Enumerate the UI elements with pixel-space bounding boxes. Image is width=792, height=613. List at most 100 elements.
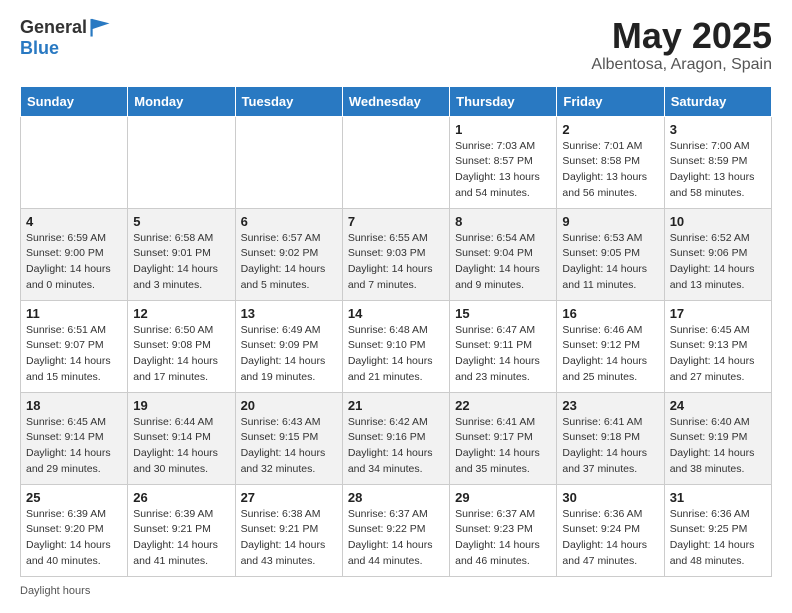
- day-info: Sunrise: 6:47 AMSunset: 9:11 PMDaylight:…: [455, 323, 551, 386]
- day-number: 30: [562, 490, 658, 505]
- day-info: Sunrise: 6:48 AMSunset: 9:10 PMDaylight:…: [348, 323, 444, 386]
- table-cell: 22 Sunrise: 6:41 AMSunset: 9:17 PMDayligh…: [450, 392, 557, 484]
- day-number: 21: [348, 398, 444, 413]
- day-number: 26: [133, 490, 229, 505]
- table-cell: [128, 116, 235, 208]
- table-cell: 3 Sunrise: 7:00 AMSunset: 8:59 PMDaylight…: [664, 116, 771, 208]
- day-info: Sunrise: 6:49 AMSunset: 9:09 PMDaylight:…: [241, 323, 337, 386]
- day-number: 7: [348, 214, 444, 229]
- calendar-week-5: 25 Sunrise: 6:39 AMSunset: 9:20 PMDayligh…: [21, 484, 772, 576]
- day-number: 22: [455, 398, 551, 413]
- table-cell: 20 Sunrise: 6:43 AMSunset: 9:15 PMDayligh…: [235, 392, 342, 484]
- logo-flag-icon: [89, 16, 111, 38]
- day-info: Sunrise: 6:44 AMSunset: 9:14 PMDaylight:…: [133, 415, 229, 478]
- day-info: Sunrise: 6:58 AMSunset: 9:01 PMDaylight:…: [133, 231, 229, 294]
- day-info: Sunrise: 7:03 AMSunset: 8:57 PMDaylight:…: [455, 139, 551, 202]
- table-cell: 17Sunrise: 6:45 AMSunset: 9:13 PMDayligh…: [664, 300, 771, 392]
- table-cell: 2 Sunrise: 7:01 AMSunset: 8:58 PMDaylight…: [557, 116, 664, 208]
- day-info: Sunrise: 6:45 AMSunset: 9:13 PMDaylight:…: [670, 323, 766, 386]
- day-number: 9: [562, 214, 658, 229]
- table-cell: [342, 116, 449, 208]
- day-number: 18: [26, 398, 122, 413]
- calendar-week-3: 11 Sunrise: 6:51 AMSunset: 9:07 PMDayligh…: [21, 300, 772, 392]
- col-wednesday: Wednesday: [342, 86, 449, 116]
- table-cell: 23Sunrise: 6:41 AMSunset: 9:18 PMDayligh…: [557, 392, 664, 484]
- table-cell: 19 Sunrise: 6:44 AMSunset: 9:14 PMDayligh…: [128, 392, 235, 484]
- day-info: Sunrise: 6:39 AMSunset: 9:21 PMDaylight:…: [133, 507, 229, 570]
- day-number: 3: [670, 122, 766, 137]
- calendar-week-1: 1Sunrise: 7:03 AMSunset: 8:57 PMDaylight…: [21, 116, 772, 208]
- day-number: 12: [133, 306, 229, 321]
- table-cell: 18 Sunrise: 6:45 AMSunset: 9:14 PMDayligh…: [21, 392, 128, 484]
- day-info: Sunrise: 6:38 AMSunset: 9:21 PMDaylight:…: [241, 507, 337, 570]
- table-cell: 1Sunrise: 7:03 AMSunset: 8:57 PMDaylight…: [450, 116, 557, 208]
- logo: General Blue: [20, 16, 111, 59]
- col-sunday: Sunday: [21, 86, 128, 116]
- table-cell: 9 Sunrise: 6:53 AMSunset: 9:05 PMDaylight…: [557, 208, 664, 300]
- calendar-header-row: Sunday Monday Tuesday Wednesday Thursday…: [21, 86, 772, 116]
- day-info: Sunrise: 7:01 AMSunset: 8:58 PMDaylight:…: [562, 139, 658, 202]
- table-cell: 27 Sunrise: 6:38 AMSunset: 9:21 PMDayligh…: [235, 484, 342, 576]
- day-info: Sunrise: 6:39 AMSunset: 9:20 PMDaylight:…: [26, 507, 122, 570]
- day-number: 16: [562, 306, 658, 321]
- day-info: Sunrise: 6:42 AMSunset: 9:16 PMDaylight:…: [348, 415, 444, 478]
- calendar-week-2: 4 Sunrise: 6:59 AMSunset: 9:00 PMDaylight…: [21, 208, 772, 300]
- day-number: 20: [241, 398, 337, 413]
- day-number: 4: [26, 214, 122, 229]
- day-number: 8: [455, 214, 551, 229]
- table-cell: 16Sunrise: 6:46 AMSunset: 9:12 PMDayligh…: [557, 300, 664, 392]
- table-cell: 15 Sunrise: 6:47 AMSunset: 9:11 PMDayligh…: [450, 300, 557, 392]
- day-info: Sunrise: 6:59 AMSunset: 9:00 PMDaylight:…: [26, 231, 122, 294]
- table-cell: [21, 116, 128, 208]
- day-info: Sunrise: 7:00 AMSunset: 8:59 PMDaylight:…: [670, 139, 766, 202]
- day-number: 13: [241, 306, 337, 321]
- day-info: Sunrise: 6:50 AMSunset: 9:08 PMDaylight:…: [133, 323, 229, 386]
- table-cell: 13 Sunrise: 6:49 AMSunset: 9:09 PMDayligh…: [235, 300, 342, 392]
- table-cell: 25 Sunrise: 6:39 AMSunset: 9:20 PMDayligh…: [21, 484, 128, 576]
- table-cell: 21 Sunrise: 6:42 AMSunset: 9:16 PMDayligh…: [342, 392, 449, 484]
- day-info: Sunrise: 6:52 AMSunset: 9:06 PMDaylight:…: [670, 231, 766, 294]
- header: General Blue May 2025 Albentosa, Aragon,…: [20, 16, 772, 74]
- calendar-week-4: 18 Sunrise: 6:45 AMSunset: 9:14 PMDayligh…: [21, 392, 772, 484]
- day-number: 2: [562, 122, 658, 137]
- table-cell: [235, 116, 342, 208]
- day-info: Sunrise: 6:53 AMSunset: 9:05 PMDaylight:…: [562, 231, 658, 294]
- day-number: 27: [241, 490, 337, 505]
- table-cell: 10Sunrise: 6:52 AMSunset: 9:06 PMDayligh…: [664, 208, 771, 300]
- footer-note: Daylight hours: [20, 585, 772, 597]
- day-info: Sunrise: 6:37 AMSunset: 9:22 PMDaylight:…: [348, 507, 444, 570]
- day-number: 6: [241, 214, 337, 229]
- day-info: Sunrise: 6:41 AMSunset: 9:18 PMDaylight:…: [562, 415, 658, 478]
- day-info: Sunrise: 6:51 AMSunset: 9:07 PMDaylight:…: [26, 323, 122, 386]
- logo-general-text: General: [20, 17, 87, 38]
- table-cell: 29Sunrise: 6:37 AMSunset: 9:23 PMDayligh…: [450, 484, 557, 576]
- day-number: 31: [670, 490, 766, 505]
- col-saturday: Saturday: [664, 86, 771, 116]
- table-cell: 28Sunrise: 6:37 AMSunset: 9:22 PMDayligh…: [342, 484, 449, 576]
- daylight-label: Daylight hours: [20, 585, 90, 597]
- day-info: Sunrise: 6:40 AMSunset: 9:19 PMDaylight:…: [670, 415, 766, 478]
- col-monday: Monday: [128, 86, 235, 116]
- day-info: Sunrise: 6:55 AMSunset: 9:03 PMDaylight:…: [348, 231, 444, 294]
- day-info: Sunrise: 6:41 AMSunset: 9:17 PMDaylight:…: [455, 415, 551, 478]
- table-cell: 6Sunrise: 6:57 AMSunset: 9:02 PMDaylight…: [235, 208, 342, 300]
- logo-blue-text: Blue: [20, 38, 59, 58]
- day-number: 11: [26, 306, 122, 321]
- day-info: Sunrise: 6:43 AMSunset: 9:15 PMDaylight:…: [241, 415, 337, 478]
- day-info: Sunrise: 6:36 AMSunset: 9:25 PMDaylight:…: [670, 507, 766, 570]
- day-info: Sunrise: 6:45 AMSunset: 9:14 PMDaylight:…: [26, 415, 122, 478]
- table-cell: 11 Sunrise: 6:51 AMSunset: 9:07 PMDayligh…: [21, 300, 128, 392]
- day-number: 25: [26, 490, 122, 505]
- day-number: 19: [133, 398, 229, 413]
- day-number: 15: [455, 306, 551, 321]
- table-cell: 26 Sunrise: 6:39 AMSunset: 9:21 PMDayligh…: [128, 484, 235, 576]
- day-info: Sunrise: 6:37 AMSunset: 9:23 PMDaylight:…: [455, 507, 551, 570]
- calendar-title: May 2025: [591, 16, 772, 56]
- table-cell: 30Sunrise: 6:36 AMSunset: 9:24 PMDayligh…: [557, 484, 664, 576]
- calendar-table: Sunday Monday Tuesday Wednesday Thursday…: [20, 86, 772, 577]
- table-cell: 8Sunrise: 6:54 AMSunset: 9:04 PMDaylight…: [450, 208, 557, 300]
- table-cell: 24Sunrise: 6:40 AMSunset: 9:19 PMDayligh…: [664, 392, 771, 484]
- col-friday: Friday: [557, 86, 664, 116]
- col-thursday: Thursday: [450, 86, 557, 116]
- title-block: May 2025 Albentosa, Aragon, Spain: [591, 16, 772, 74]
